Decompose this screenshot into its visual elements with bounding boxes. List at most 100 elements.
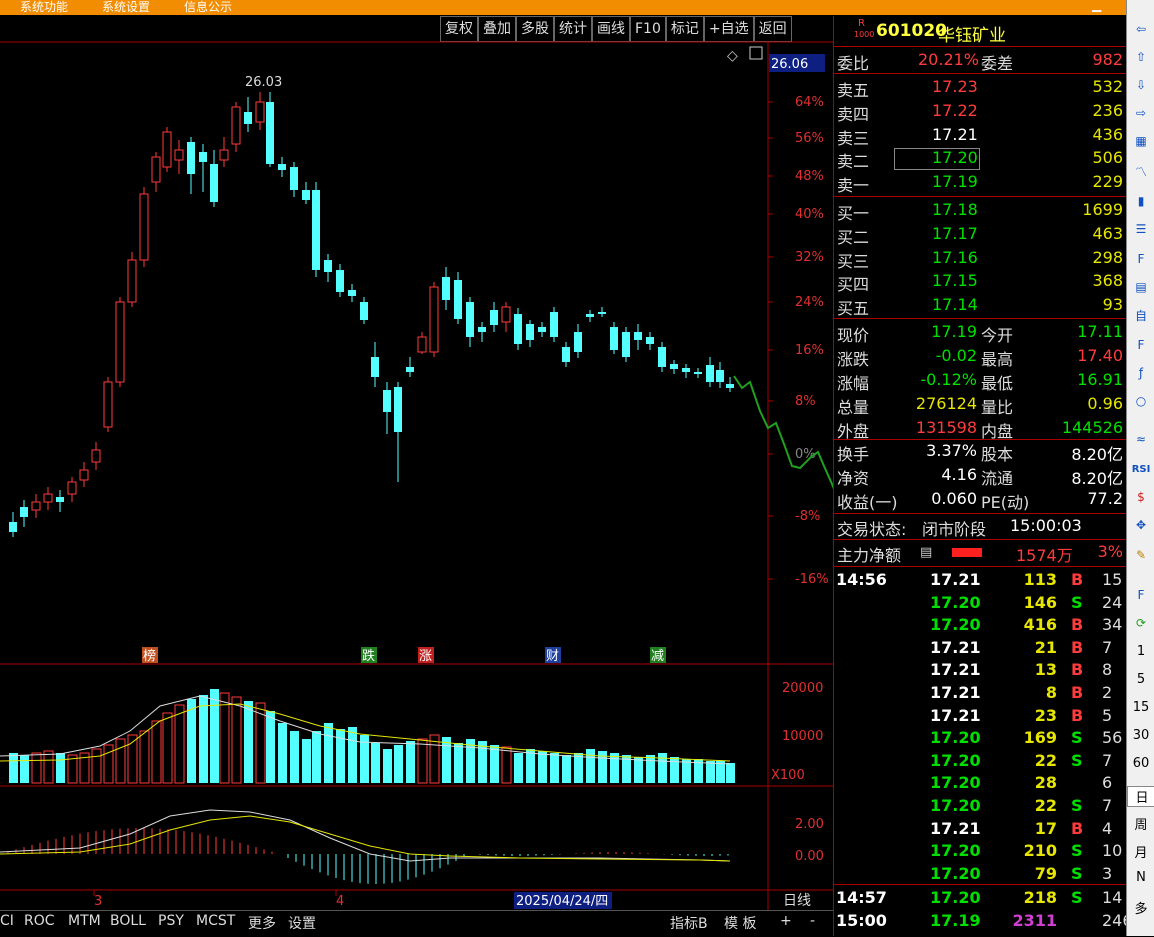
period-5[interactable]: 日 [1127,786,1154,807]
menu-info-notice[interactable]: 信息公示 [184,0,232,15]
candle [586,310,594,322]
orderbook-row[interactable]: 买一 17.18 1699 [834,199,1127,223]
tab-settings[interactable]: 设置 [288,913,316,933]
period-0[interactable]: 1 [1127,644,1154,659]
tick-row[interactable]: 17.21 13 B 8 [834,659,1127,682]
stat-label: 现价 [837,326,870,345]
tab-more[interactable]: 更多 [248,913,276,933]
tick-row[interactable]: 17.21 17 B 4 [834,818,1127,841]
tick-row[interactable]: 17.20 79 S 3 [834,863,1127,886]
period-4[interactable]: 60 [1127,756,1154,771]
line-chart-icon[interactable]: 〽 [1130,160,1152,182]
candle [255,92,265,130]
tick-volume: 8 [1045,683,1057,702]
tick-row[interactable]: 17.20 210 S 10 [834,840,1127,863]
volume-bar [501,746,512,784]
fx-icon[interactable]: ƒ [1130,362,1152,384]
arrow-left-icon[interactable]: ⇦ [1130,18,1152,40]
menu-system-settings[interactable]: 系统设置 [102,0,150,15]
candle [67,477,77,502]
level-label: 卖二 [837,152,870,172]
tick-row[interactable]: 17.20 416 B 34 [834,614,1127,637]
period-1[interactable]: 5 [1127,672,1154,687]
orderbook-row[interactable]: 卖四 17.22 236 [834,100,1127,124]
orderbook-row[interactable]: 买二 17.17 463 [834,223,1127,247]
tab-psy[interactable]: PSY [158,913,184,929]
kline-chart[interactable]: 64%56%48%40%32%24%16%8%0%-8%-16% 榜跌涨财减 2… [0,16,833,910]
tick-row[interactable]: 17.21 23 B 5 [834,705,1127,728]
wave-icon[interactable]: ≈ [1130,428,1152,450]
f12-icon[interactable]: F [1130,334,1152,356]
minimize-icon[interactable]: ▁ [1092,0,1101,12]
chart-icon[interactable]: ▤ [1130,276,1152,298]
menu-bar: 系统功能 系统设置 信息公示 ▁ ✕ [0,0,1140,15]
tick-row[interactable]: 15:00 17.19 2311 246 [834,910,1133,933]
trade-status-label: 交易状态: [837,520,907,539]
circle-icon[interactable]: ○ [1130,390,1152,412]
pct-label: 16% [795,343,824,358]
period-2[interactable]: 15 [1127,700,1154,715]
tick-row[interactable]: 14:56 17.21 113 B 15 [834,569,1127,592]
tick-row[interactable]: 17.20 28 6 [834,772,1127,795]
menu-system-functions[interactable]: 系统功能 [20,0,68,15]
volume-bar [394,745,403,783]
tab-mtm[interactable]: MTM [68,913,101,929]
tick-count: 15 [1102,570,1123,589]
orderbook-row[interactable]: 买五 17.14 93 [834,294,1127,318]
period-label[interactable]: 日线 [783,893,811,909]
candle [466,297,474,347]
list-view-icon[interactable]: ☰ [1130,218,1152,240]
tab-roc[interactable]: ROC [24,913,55,929]
period-7[interactable]: 月 [1127,842,1154,861]
orderbook-row[interactable]: 买四 17.15 368 [834,270,1127,294]
rsi-icon[interactable]: RSI [1130,458,1152,480]
orderbook-row[interactable]: 卖一 17.19 229 [834,171,1127,195]
tab-mcst[interactable]: MCST [196,913,235,929]
indicator-tabs: CI ROC MTM BOLL PSY MCST 更多 设置 指标B 模 板 +… [0,910,833,937]
tick-row[interactable]: 17.21 21 B 7 [834,637,1127,660]
tick-price: 17.20 [930,728,981,748]
tick-row[interactable]: 14:57 17.20 218 S 14 [834,887,1127,910]
tab-ci[interactable]: CI [0,913,14,929]
level-volume: 436 [1092,124,1123,144]
tick-row[interactable]: 17.21 8 B 2 [834,682,1127,705]
zoom-in-button[interactable]: + [780,913,792,929]
period-6[interactable]: 周 [1127,814,1154,833]
orderbook-row[interactable]: 卖二 17.20 506 [834,147,1127,172]
f10-icon[interactable]: F [1130,248,1152,270]
arrow-up-icon[interactable]: ⇧ [1130,46,1152,68]
volume-bar [266,711,275,783]
panel-toggle-icon[interactable] [749,46,763,60]
tick-row[interactable]: 17.20 22 S 7 [834,795,1127,818]
diamond-icon[interactable]: ◇ [727,48,738,64]
orderbook-row[interactable]: 买三 17.16 298 [834,247,1127,271]
tick-row[interactable]: 17.20 169 S 56 [834,727,1127,750]
period-9[interactable]: 多 [1127,898,1154,917]
tick-row[interactable]: 17.20 22 S 7 [834,750,1127,773]
period-8[interactable]: N [1127,870,1154,885]
candle [127,252,137,307]
level-volume: 93 [1102,295,1123,315]
indicator-b-button[interactable]: 指标B [670,913,708,933]
event-tag: 减 [651,649,664,664]
table-icon[interactable]: ▦ [1130,130,1152,152]
dollar-icon[interactable]: $ [1130,486,1152,508]
self-select-icon[interactable]: 自 [1130,304,1152,326]
period-3[interactable]: 30 [1127,728,1154,743]
pencil-icon[interactable]: ✎ [1130,544,1152,566]
candle-icon[interactable]: ▮ [1130,190,1152,212]
orderbook-row[interactable]: 卖三 17.21 436 [834,124,1127,148]
zoom-out-button[interactable]: - [810,913,815,929]
macd-dif [0,809,731,862]
move-icon[interactable]: ✥ [1130,514,1152,536]
list-icon[interactable]: ▤ [920,545,932,560]
tick-row[interactable]: 17.20 146 S 24 [834,592,1127,615]
orderbook-row[interactable]: 卖五 17.23 532 [834,76,1127,100]
f5-icon[interactable]: F [1130,584,1152,606]
refresh-icon[interactable]: ⟳ [1130,612,1152,634]
tab-boll[interactable]: BOLL [110,913,146,929]
arrow-right-icon[interactable]: ⇨ [1130,102,1152,124]
template-button[interactable]: 模 板 [724,913,756,933]
arrow-down-icon[interactable]: ⇩ [1130,74,1152,96]
stat-value: 0.96 [1087,394,1123,413]
